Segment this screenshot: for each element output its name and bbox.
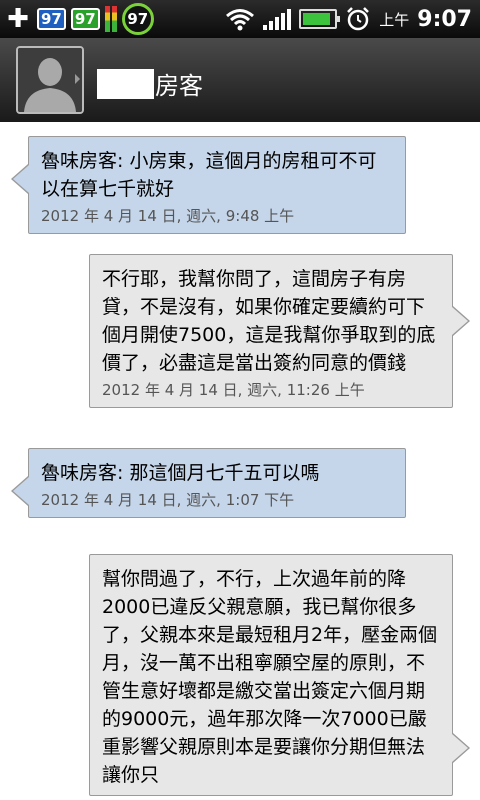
wifi-icon bbox=[226, 9, 255, 31]
message-bubble-outgoing[interactable]: 幫你問過了，不行，上次過年前的降2000已違反父親意願，我已幫你很多了，父親本來… bbox=[89, 554, 470, 796]
alarm-icon bbox=[347, 7, 370, 31]
status-bar-notifications: ✚ 97 97 97 bbox=[4, 3, 154, 35]
contact-header[interactable]: 房客 bbox=[0, 38, 480, 122]
message-bubble-incoming[interactable]: 魯味房客: 小房東，這個月的房租可不可以在算七千就好 2012 年 4 月 14… bbox=[11, 136, 406, 234]
message-bubble-outgoing[interactable]: 不行耶，我幫你問了，這間房子有房貸，不是沒有，如果你確定要續約可下個月開使750… bbox=[89, 254, 470, 408]
status-bar-system: 上午 9:07 bbox=[225, 4, 472, 34]
person-icon bbox=[18, 48, 82, 112]
bubble-tail bbox=[13, 165, 29, 193]
contact-name: 房客 bbox=[155, 72, 203, 100]
add-icon: ✚ bbox=[7, 4, 29, 34]
clock-time: 9:07 bbox=[417, 6, 472, 32]
notification-badge-icon: 97 bbox=[70, 8, 100, 30]
redacted-name-block bbox=[97, 69, 154, 99]
battery-ring-icon: 97 bbox=[121, 3, 154, 35]
notification-badge-icon: 97 bbox=[37, 8, 66, 30]
battery-level-fill bbox=[303, 13, 331, 25]
status-bar: ✚ 97 97 97 上午 9:07 bbox=[0, 0, 480, 38]
message-timestamp: 2012 年 4 月 14 日, 週六, 1:07 下午 bbox=[41, 491, 295, 509]
quick-contact-arrow-icon bbox=[75, 74, 80, 84]
avatar[interactable] bbox=[16, 46, 84, 114]
message-text: 不行耶，我幫你問了，這間房子有房貸，不是沒有，如果你確定要續約可下個月開使750… bbox=[102, 268, 436, 374]
signal-icon bbox=[263, 8, 292, 30]
message-timestamp: 2012 年 4 月 14 日, 週六, 9:48 上午 bbox=[41, 207, 295, 225]
message-timestamp: 2012 年 4 月 14 日, 週六, 11:26 上午 bbox=[102, 381, 365, 399]
battery-icon bbox=[299, 9, 341, 29]
time-ampm: 上午 bbox=[379, 10, 410, 29]
bubble-tail bbox=[13, 477, 29, 505]
message-bubble-incoming[interactable]: 魯味房客: 那這個月七千五可以嗎 2012 年 4 月 14 日, 週六, 1:… bbox=[11, 448, 406, 518]
bubble-tail bbox=[452, 734, 468, 762]
message-text: 魯味房客: 小房東，這個月的房租可不可以在算七千就好 bbox=[41, 150, 377, 200]
message-thread[interactable]: 魯味房客: 小房東，這個月的房租可不可以在算七千就好 2012 年 4 月 14… bbox=[0, 122, 480, 800]
equalizer-icon bbox=[104, 6, 117, 32]
message-text: 幫你問過了，不行，上次過年前的降2000已違反父親意願，我已幫你很多了，父親本來… bbox=[102, 568, 438, 786]
bubble-tail bbox=[452, 307, 468, 335]
message-text: 魯味房客: 那這個月七千五可以嗎 bbox=[41, 462, 320, 484]
